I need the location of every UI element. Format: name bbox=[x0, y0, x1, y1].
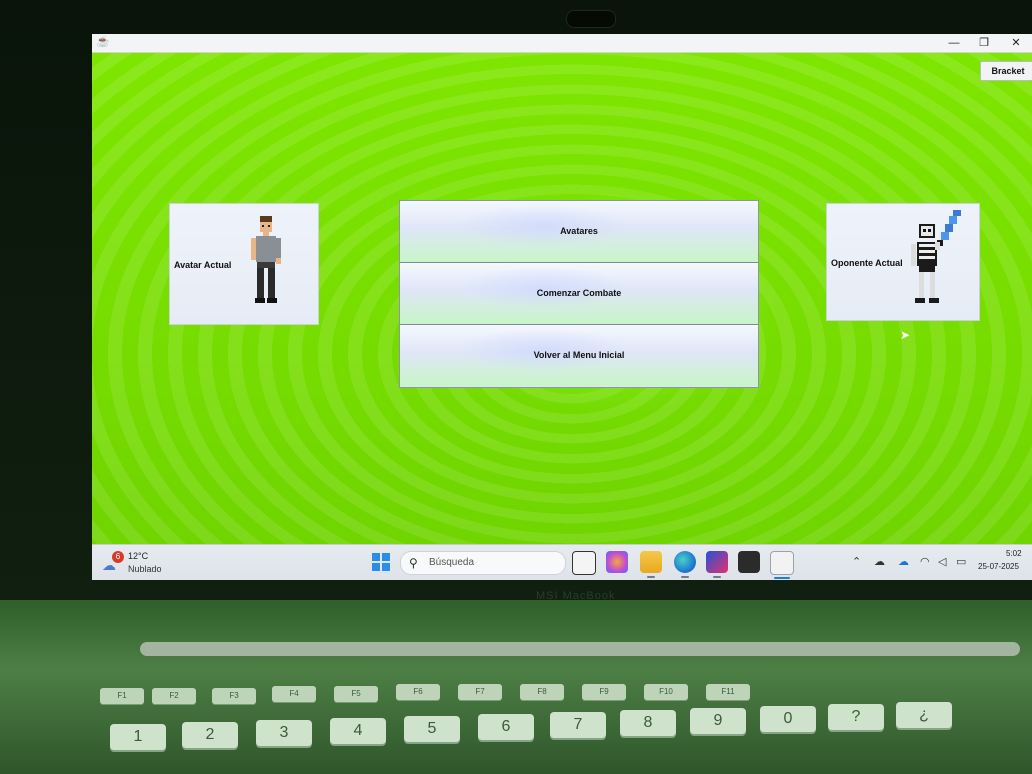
back-to-menu-button[interactable]: Volver al Menu Inicial bbox=[400, 325, 758, 386]
avatars-button[interactable]: Avatares bbox=[400, 201, 758, 263]
clock-date[interactable]: 25-07-2025 bbox=[978, 562, 1019, 571]
weather-temperature[interactable]: 12°C bbox=[128, 551, 148, 561]
number-key[interactable]: 8 bbox=[620, 710, 676, 736]
close-button[interactable]: ✕ bbox=[1002, 34, 1030, 52]
number-key[interactable]: 7 bbox=[550, 712, 606, 738]
opponent-label: Oponente Actual bbox=[831, 258, 903, 268]
wifi-icon[interactable]: ◠ bbox=[920, 555, 930, 568]
number-key[interactable]: 6 bbox=[478, 714, 534, 740]
number-key[interactable]: 0 bbox=[760, 706, 816, 732]
number-key[interactable]: ¿ bbox=[896, 702, 952, 728]
skeleton-sprite-icon bbox=[911, 210, 961, 303]
function-key[interactable]: F10 bbox=[644, 684, 688, 700]
search-icon: ⚲ bbox=[409, 556, 418, 570]
java-app-taskbar-icon[interactable] bbox=[770, 551, 794, 579]
clock-time[interactable]: 5:02 bbox=[1006, 549, 1022, 558]
number-key[interactable]: 1 bbox=[110, 724, 166, 750]
start-combat-button[interactable]: Comenzar Combate bbox=[400, 263, 758, 325]
function-key[interactable]: F2 bbox=[152, 688, 196, 704]
file-explorer-icon[interactable] bbox=[640, 551, 662, 578]
weather-condition[interactable]: Nublado bbox=[128, 564, 162, 574]
avatar-label: Avatar Actual bbox=[174, 260, 232, 270]
java-app-icon: ☕ bbox=[96, 36, 110, 48]
edge-icon[interactable] bbox=[674, 551, 696, 578]
function-key[interactable]: F5 bbox=[334, 686, 378, 702]
number-key[interactable]: 9 bbox=[690, 708, 746, 734]
function-key[interactable]: F3 bbox=[212, 688, 256, 704]
search-box[interactable]: ⚲ Búsqueda bbox=[400, 551, 566, 575]
minimize-button[interactable]: — bbox=[940, 34, 968, 52]
intellij-icon[interactable] bbox=[706, 551, 728, 578]
battery-icon[interactable]: ▭ bbox=[956, 555, 966, 568]
volume-icon[interactable]: ◁ bbox=[938, 555, 946, 568]
main-menu: Avatares Comenzar Combate Volver al Menu… bbox=[399, 200, 759, 388]
number-key[interactable]: 5 bbox=[404, 716, 460, 742]
function-key[interactable]: F8 bbox=[520, 684, 564, 700]
number-key[interactable]: ? bbox=[828, 704, 884, 730]
function-key[interactable]: F6 bbox=[396, 684, 440, 700]
function-key[interactable]: F11 bbox=[706, 684, 750, 700]
function-key[interactable]: F7 bbox=[458, 684, 502, 700]
taskbar: ☁ 6 12°C Nublado ⚲ Búsqueda ⌃ ☁ ☁ ◠ ◁ ▭ … bbox=[92, 544, 1032, 580]
avatar-card: Avatar Actual bbox=[169, 203, 319, 325]
maximize-button[interactable]: ❐ bbox=[970, 34, 998, 52]
bracket-button[interactable]: Bracket bbox=[980, 61, 1032, 81]
mouse-cursor-icon: ➤ bbox=[900, 328, 911, 342]
webcam bbox=[566, 10, 616, 28]
windows-start-icon[interactable] bbox=[372, 553, 390, 571]
copilot-icon[interactable] bbox=[606, 551, 628, 573]
hinge bbox=[140, 642, 1020, 656]
window-titlebar: ☕ — ❐ ✕ bbox=[92, 34, 1032, 53]
cloud-sync-icon[interactable]: ☁ bbox=[898, 555, 909, 568]
number-key[interactable]: 3 bbox=[256, 720, 312, 746]
function-key[interactable]: F4 bbox=[272, 686, 316, 702]
function-key[interactable]: F9 bbox=[582, 684, 626, 700]
chevron-up-icon[interactable]: ⌃ bbox=[852, 555, 861, 568]
avatar-sprite-icon bbox=[251, 216, 281, 303]
search-placeholder: Búsqueda bbox=[429, 557, 475, 568]
screen: ☕ — ❐ ✕ Bracket Avatar Actual Avatares C… bbox=[92, 34, 1032, 580]
number-key[interactable]: 2 bbox=[182, 722, 238, 748]
function-key[interactable]: F1 bbox=[100, 688, 144, 704]
terminal-icon[interactable] bbox=[738, 551, 760, 573]
number-key[interactable]: 4 bbox=[330, 718, 386, 744]
weather-badge: 6 bbox=[112, 551, 124, 563]
opponent-card: Oponente Actual bbox=[826, 203, 980, 321]
task-view-icon[interactable] bbox=[572, 551, 596, 575]
onedrive-icon[interactable]: ☁ bbox=[874, 555, 885, 568]
